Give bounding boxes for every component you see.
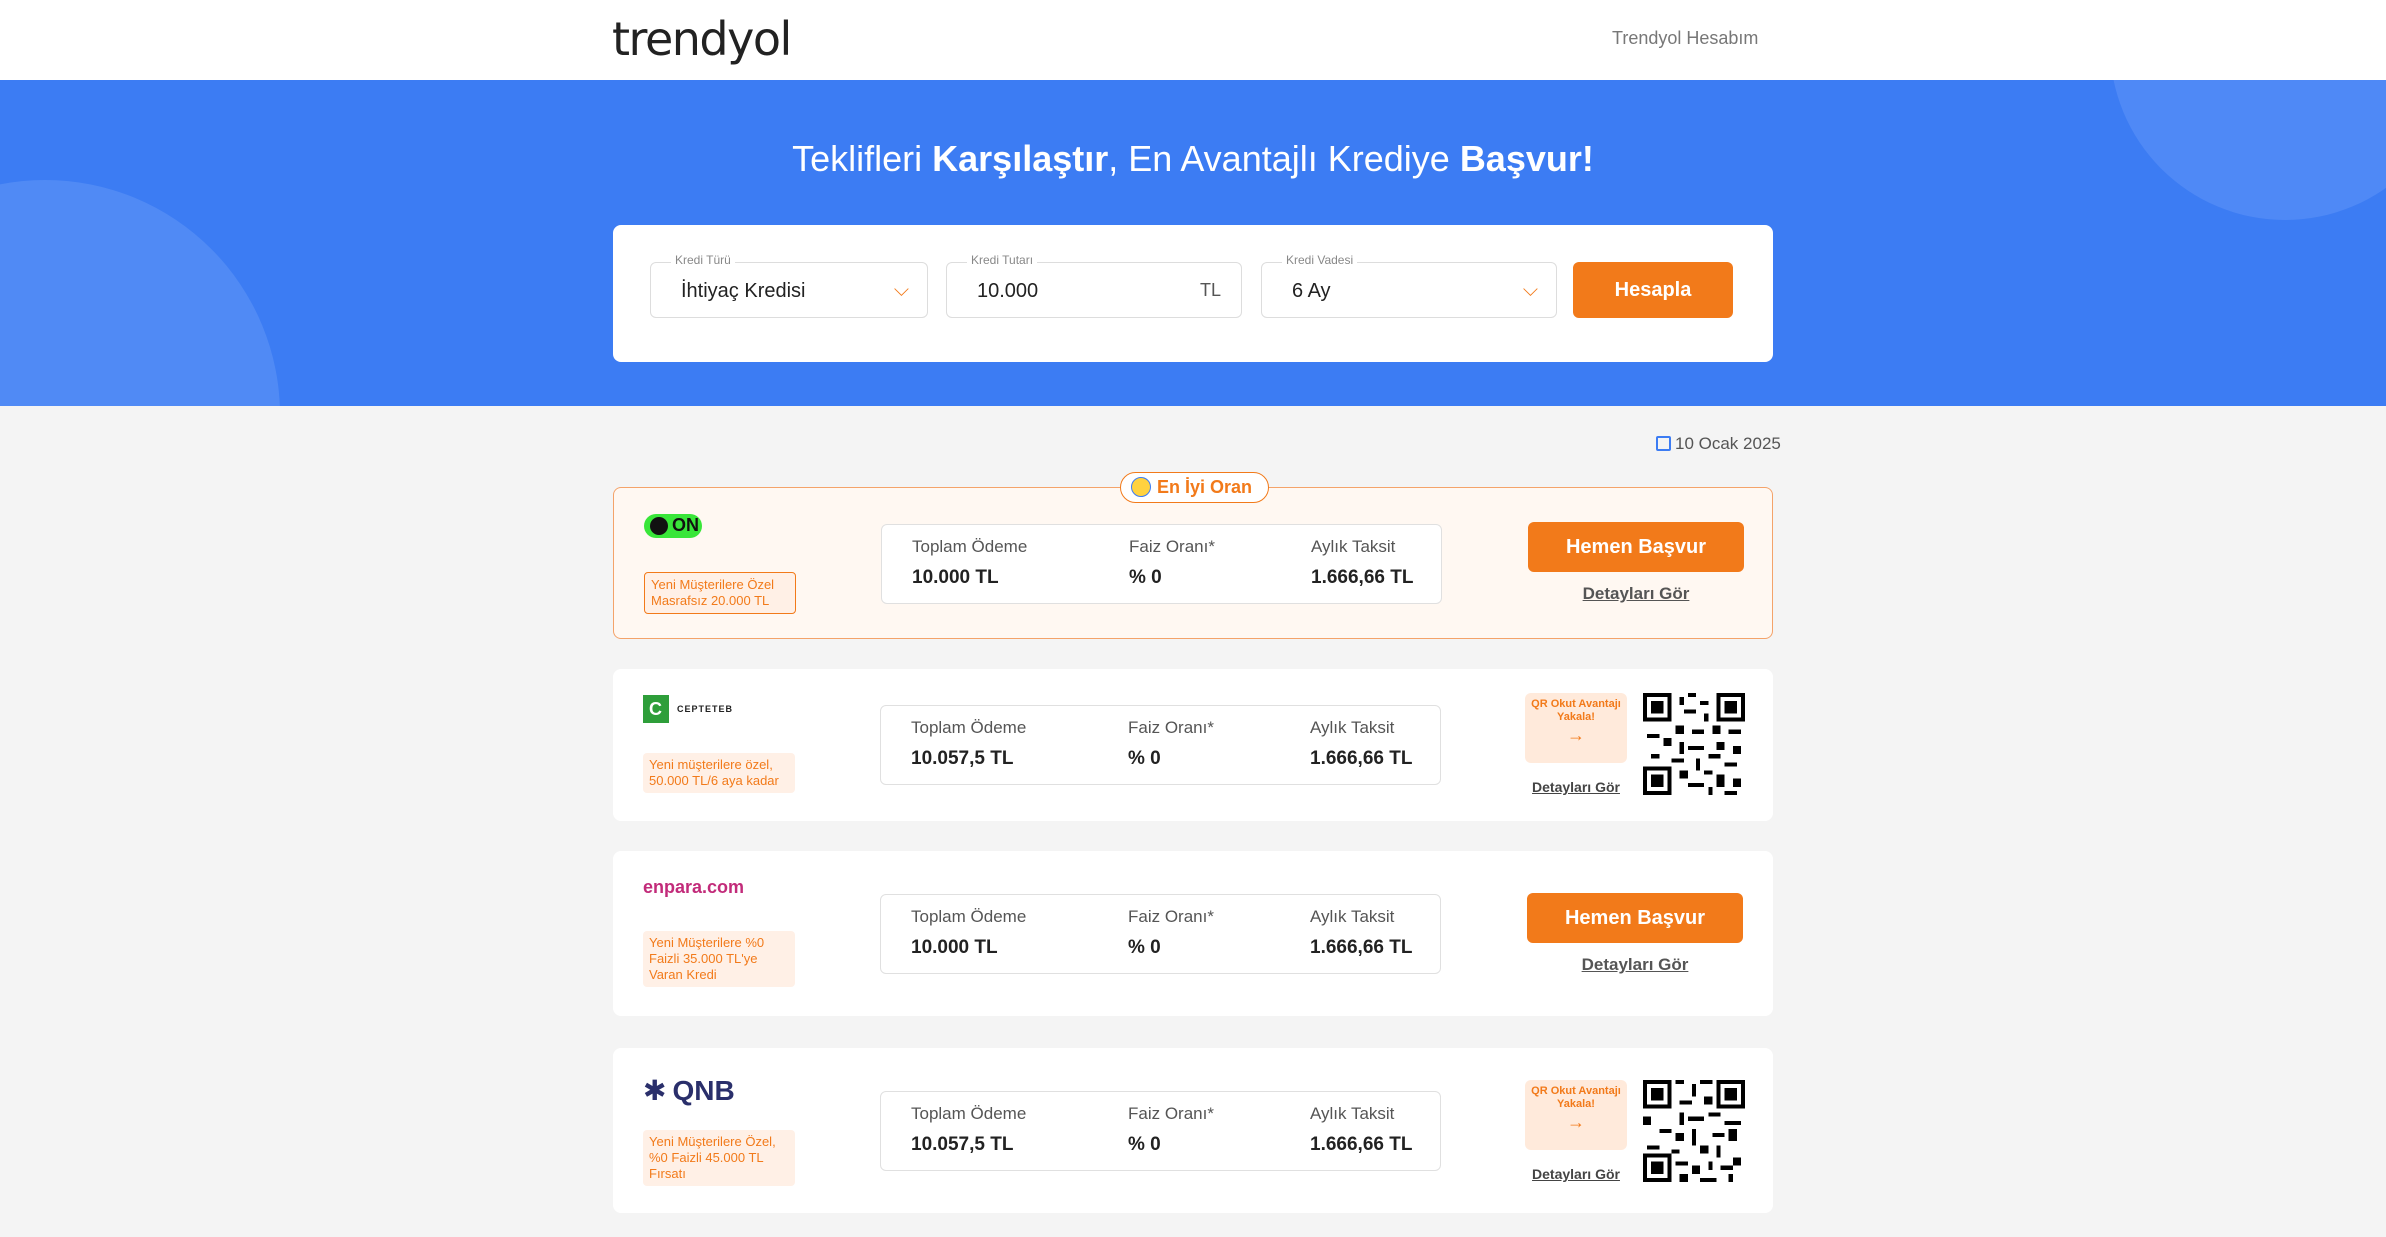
apply-button[interactable]: Hemen Başvur (1527, 893, 1743, 943)
rate-label: Faiz Oranı* (1128, 718, 1214, 737)
loan-term-value: 6 Ay (1292, 280, 1331, 302)
rate-value: % 0 (1128, 1134, 1161, 1155)
total-value: 10.000 TL (911, 937, 998, 958)
promo-badge: Yeni Müşterilere Özel Masrafsız 20.000 T… (644, 572, 796, 614)
calendar-icon (1656, 436, 1671, 451)
total-value: 10.000 TL (912, 567, 999, 588)
hero-title: Teklifleri Karşılaştır, En Avantajlı Kre… (792, 138, 1594, 179)
loan-type-select[interactable]: Kredi Türü İhtiyaç Kredisi ⌵ (650, 253, 928, 318)
qr-promo-tag: QR Okut Avantajı Yakala! → (1525, 693, 1627, 763)
total-label: Toplam Ödeme (912, 537, 1028, 556)
offer-card-enpara: enpara.com Yeni Müşterilere %0 Faizli 35… (613, 851, 1773, 1016)
details-link[interactable]: Detayları Gör (1528, 584, 1744, 604)
loan-term-label: Kredi Vadesi (1282, 253, 1358, 267)
loan-amount-value: 10.000 (977, 280, 1039, 302)
decor-circle (0, 180, 280, 406)
offer-card-on: En İyi Oran ON Yeni Müşterilere Özel Mas… (613, 472, 1773, 639)
rate-value: % 0 (1128, 748, 1161, 769)
monthly-value: 1.666,66 TL (1311, 567, 1414, 588)
rate-label: Faiz Oranı* (1128, 1104, 1214, 1123)
qr-code[interactable] (1643, 693, 1745, 795)
arrow-right-icon: → (1567, 725, 1585, 745)
offer-date: 10 Ocak 2025 (1656, 434, 1781, 454)
rate-label: Faiz Oranı* (1128, 907, 1214, 926)
account-link[interactable]: Trendyol Hesabım (1612, 28, 1758, 49)
smile-icon (1131, 477, 1151, 497)
qr-code[interactable] (1643, 1080, 1745, 1182)
total-label: Toplam Ödeme (911, 718, 1027, 737)
offer-card-qnb: ✱ QNB Yeni Müşterilere Özel, %0 Faizli 45… (613, 1048, 1773, 1213)
currency-unit: TL (1199, 280, 1221, 300)
monthly-label: Aylık Taksit (1310, 1104, 1395, 1123)
chevron-down-icon: ⌵ (893, 279, 909, 301)
promo-badge: Yeni Müşterilere %0 Faizli 35.000 TL'ye … (643, 931, 795, 987)
chevron-down-icon: ⌵ (1522, 279, 1538, 301)
monthly-label: Aylık Taksit (1310, 907, 1395, 926)
on-bank-logo: ON (644, 514, 702, 544)
monthly-value: 1.666,66 TL (1310, 748, 1413, 769)
offer-card-cepteteb: C CEPTETEB Yeni müşterilere özel, 50.000 … (613, 669, 1773, 821)
offer-summary: Toplam Ödeme 10.057,5 TL Faiz Oranı* % 0 A… (880, 1091, 1441, 1171)
trendyol-logo[interactable]: trendyol (612, 12, 792, 66)
loan-amount-input[interactable]: Kredi Tutarı 10.000 TL (946, 253, 1242, 318)
details-link[interactable]: Detayları Gör (1527, 955, 1743, 975)
monthly-label: Aylık Taksit (1311, 537, 1396, 556)
total-label: Toplam Ödeme (911, 1104, 1027, 1123)
loan-type-value: İhtiyaç Kredisi (681, 280, 806, 302)
total-label: Toplam Ödeme (911, 907, 1027, 926)
total-value: 10.057,5 TL (911, 748, 1014, 769)
qnb-star-icon: ✱ (643, 1075, 667, 1106)
enpara-logo: enpara.com (643, 877, 745, 897)
details-link[interactable]: Detayları Gör (1525, 779, 1627, 795)
promo-badge: Yeni Müşterilere Özel, %0 Faizli 45.000 … (643, 1130, 795, 1186)
rate-value: % 0 (1128, 937, 1161, 958)
monthly-label: Aylık Taksit (1310, 718, 1395, 737)
rate-value: % 0 (1129, 567, 1162, 588)
details-link[interactable]: Detayları Gör (1525, 1166, 1627, 1182)
best-rate-badge: En İyi Oran (1120, 472, 1270, 503)
loan-amount-label: Kredi Tutarı (967, 253, 1038, 267)
arrow-right-icon: → (1567, 1112, 1585, 1132)
monthly-value: 1.666,66 TL (1310, 1134, 1413, 1155)
calculate-button[interactable]: Hesapla (1573, 262, 1733, 318)
offer-summary: Toplam Ödeme 10.000 TL Faiz Oranı* % 0 Ayl… (880, 894, 1441, 974)
rate-label: Faiz Oranı* (1129, 537, 1215, 556)
loan-term-select[interactable]: Kredi Vadesi 6 Ay ⌵ (1261, 253, 1557, 318)
offer-summary: Toplam Ödeme 10.000 TL Faiz Oranı* % 0 Ayl… (881, 524, 1442, 604)
loan-type-label: Kredi Türü (671, 253, 735, 267)
cepteteb-logo: C CEPTETEB (643, 695, 733, 725)
offer-summary: Toplam Ödeme 10.057,5 TL Faiz Oranı* % 0 A… (880, 705, 1441, 785)
qr-promo-tag: QR Okut Avantajı Yakala! → (1525, 1080, 1627, 1150)
monthly-value: 1.666,66 TL (1310, 937, 1413, 958)
apply-button[interactable]: Hemen Başvur (1528, 522, 1744, 572)
loan-calculator: Kredi Türü İhtiyaç Kredisi ⌵ Kredi Tutar… (613, 225, 1773, 362)
top-bar: trendyol Trendyol Hesabım (0, 0, 2386, 80)
total-value: 10.057,5 TL (911, 1134, 1014, 1155)
qnb-logo: ✱ QNB (643, 1075, 735, 1106)
promo-badge: Yeni müşterilere özel, 50.000 TL/6 aya k… (643, 753, 795, 793)
